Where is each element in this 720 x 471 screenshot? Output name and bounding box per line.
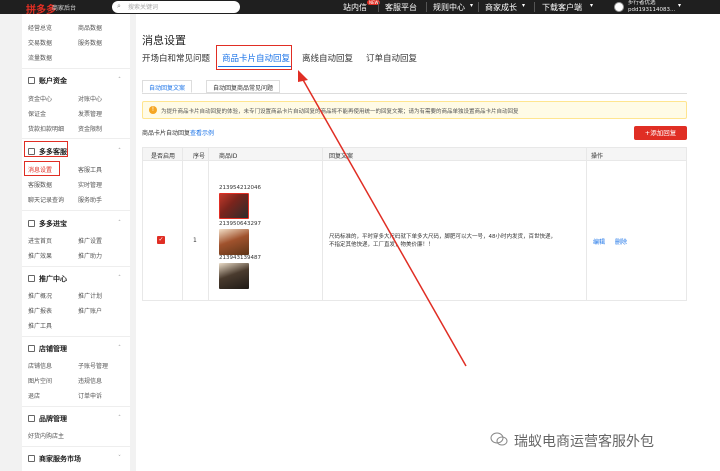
wechat-icon — [490, 432, 508, 446]
watermark-text: 瑞蚁电商运营客服外包 — [514, 434, 654, 450]
annotation-arrow — [298, 70, 467, 367]
